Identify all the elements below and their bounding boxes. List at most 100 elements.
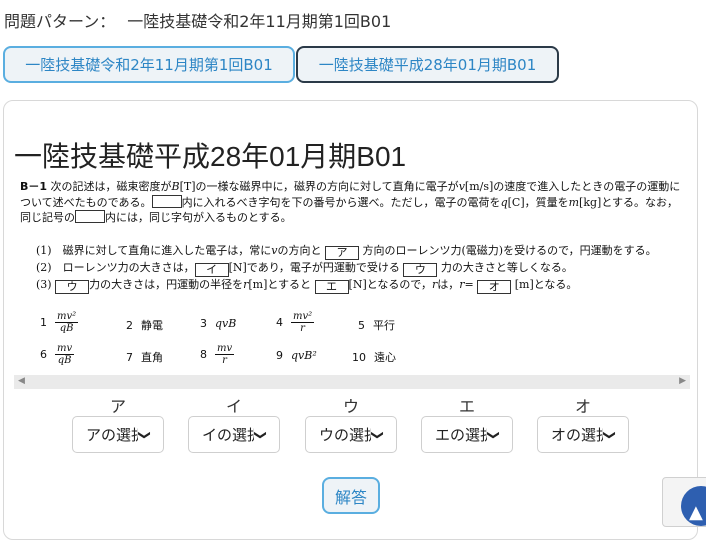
pattern-line: 問題パターン： 一陸技基礎令和2年11月期第1回B01	[4, 8, 391, 32]
choice-number: 2	[126, 318, 133, 332]
intro-text: 次の記述は，磁束密度が	[50, 180, 172, 193]
arrow-up-icon: ▲	[689, 502, 703, 523]
blank-box	[151, 194, 182, 208]
symbol-q: q	[500, 195, 508, 209]
choice-2: 2 静電	[126, 317, 163, 333]
choice-7: 7 直角	[126, 349, 163, 365]
blank-u: ウ	[403, 263, 438, 277]
denominator: qB	[59, 323, 74, 334]
item-text: [m]となる。	[514, 278, 578, 291]
answer-label-i: イ	[225, 397, 242, 416]
choice-number: 6	[40, 348, 47, 361]
item-2: (2) ローレンツ力の大きさは，イ [N]であり，電子が円運動で受ける ウ 力の大…	[36, 259, 573, 277]
choice-text: 平行	[373, 319, 395, 332]
item-text: 力の大きさと等しくなる。	[440, 261, 573, 274]
answer-label-a: ア	[109, 397, 126, 416]
choice-9: 9 qvB²	[276, 349, 317, 362]
scroll-left-icon[interactable]: ◀	[18, 376, 25, 386]
choice-number: 5	[358, 318, 365, 332]
symbol-m: m	[568, 195, 580, 209]
choice-text: 遠心	[374, 351, 396, 364]
question-intro: B－1 次の記述は，磁束密度がB[T]の一様な磁界中に，磁界の方向に対して直角に…	[20, 179, 686, 226]
choice-fraction: mv r	[215, 343, 235, 366]
select-value: エの選択	[434, 426, 487, 444]
item-1: (1) 磁界に対して直角に進入した電子は，常にvの方向と ア 方向のローレンツ力…	[36, 242, 657, 260]
choice-number: 1	[40, 316, 47, 329]
answer-select-i[interactable]: イの選択❯	[188, 416, 280, 453]
chevron-down-icon: ❯	[603, 429, 617, 440]
choice-number: 10	[352, 350, 366, 364]
chevron-down-icon: ❯	[371, 429, 385, 440]
choice-text: qvB²	[291, 349, 317, 362]
item-text: 方向のローレンツ力(電磁力)を受けるので，円運動をする。	[362, 244, 657, 257]
question-card: 一陸技基礎平成28年01月期B01 B－1 次の記述は，磁束密度がB[T]の一様…	[3, 100, 698, 540]
item-text: (1) 磁界に対して直角に進入した電子は，常に	[36, 244, 272, 257]
pattern-value: 一陸技基礎令和2年11月期第1回B01	[127, 12, 392, 31]
denominator: r	[222, 355, 227, 366]
select-value: イの選択	[201, 426, 254, 444]
numerator: mv	[215, 343, 235, 355]
item-text: [N]であり，電子が円運動で受ける	[228, 261, 400, 274]
choice-fraction: mv² r	[291, 311, 315, 334]
choice-fraction: mv qB	[55, 343, 75, 366]
answer-select-a[interactable]: アの選択❯	[72, 416, 164, 453]
denominator: r	[300, 323, 305, 334]
choice-text: 静電	[141, 319, 163, 332]
intro-text: 内には，同じ字句が入るものとする。	[105, 211, 292, 224]
blank-i: イ	[194, 263, 229, 277]
item-text: (3)	[36, 278, 52, 291]
numerator: mv	[55, 343, 75, 355]
select-value: ウの選択	[318, 426, 371, 444]
numerator: mv²	[55, 311, 79, 323]
choice-number: 9	[276, 349, 283, 362]
item-text: =	[464, 278, 474, 291]
choice-1: 1 mv² qB	[40, 311, 79, 334]
item-3: (3) ウ力の大きさは，円運動の半径をr[m]とすると エ [N]となるので，rは…	[36, 276, 577, 294]
horizontal-scrollbar[interactable]: ◀ ▶	[14, 375, 690, 389]
scroll-right-icon[interactable]: ▶	[679, 376, 686, 386]
item-text: 力の大きさは，円運動の半径を	[89, 278, 244, 291]
intro-text: 内に入れるべき字句を下の番号から選べ。ただし，電子の電荷を	[181, 195, 501, 209]
tab-heisei28-jan[interactable]: 一陸技基礎平成28年01月期B01	[296, 46, 559, 83]
choice-text: 直角	[141, 351, 163, 364]
answer-select-u[interactable]: ウの選択❯	[305, 416, 397, 453]
choice-8: 8 mv r	[200, 343, 235, 366]
chevron-down-icon: ❯	[487, 429, 501, 440]
chevron-down-icon: ❯	[138, 429, 152, 440]
blank-e: エ	[314, 280, 349, 294]
item-text: の方向と	[277, 244, 322, 257]
recaptcha-badge[interactable]: ▲	[662, 477, 706, 527]
question-title: 一陸技基礎平成28年01月期B01	[14, 141, 407, 172]
item-text: [m]とすると	[248, 278, 312, 291]
numerator: mv²	[291, 311, 315, 323]
blank-u: ウ	[55, 280, 90, 294]
question-number: B－1	[20, 180, 48, 193]
answer-select-e[interactable]: エの選択❯	[421, 416, 513, 453]
item-text: [N]となるので，	[348, 278, 432, 291]
denominator: qB	[57, 355, 72, 366]
intro-text: [C]，質量を	[507, 195, 569, 209]
choice-5: 5 平行	[358, 317, 395, 333]
choice-6: 6 mv qB	[40, 343, 75, 366]
choice-fraction: mv² qB	[55, 311, 79, 334]
choice-10: 10 遠心	[352, 349, 396, 365]
choice-text: qvB	[215, 317, 237, 330]
pattern-label: 問題パターン：	[4, 12, 116, 31]
tab-reiwa2-nov-1[interactable]: 一陸技基礎令和2年11月期第1回B01	[3, 46, 295, 83]
choice-number: 3	[200, 317, 207, 330]
submit-answer-button[interactable]: 解答	[322, 477, 380, 514]
select-value: オの選択	[550, 426, 603, 444]
blank-a: ア	[324, 246, 359, 260]
select-value: アの選択	[85, 426, 138, 444]
answer-label-e: エ	[458, 397, 475, 416]
blank-box	[75, 210, 105, 223]
choice-number: 7	[126, 350, 133, 364]
choice-number: 8	[200, 348, 207, 361]
answer-label-o: オ	[574, 397, 591, 416]
chevron-down-icon: ❯	[254, 429, 268, 440]
choice-4: 4 mv² r	[276, 311, 315, 334]
item-text: (2) ローレンツ力の大きさは，	[36, 261, 195, 274]
blank-o: オ	[477, 280, 512, 294]
item-text: は，	[437, 278, 460, 291]
answer-select-o[interactable]: オの選択❯	[537, 416, 629, 453]
